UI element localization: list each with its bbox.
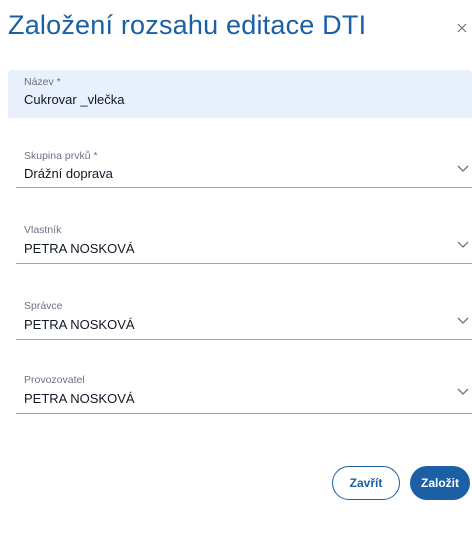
chevron-down-icon [457,388,469,395]
element-group-value: Drážní doprava [24,166,113,181]
element-group-label: Skupina prvků * [24,150,98,162]
element-group-select[interactable]: Skupina prvků * Drážní doprava [8,146,472,188]
create-button[interactable]: Založit [410,466,470,500]
owner-label: Vlastník [24,224,62,236]
name-field[interactable]: Název * Cukrovar _vlečka [8,70,472,118]
operator-select[interactable]: Provozovatel PETRA NOSKOVÁ [8,372,472,414]
administrator-select[interactable]: Správce PETRA NOSKOVÁ [8,298,472,340]
chevron-down-icon [457,317,469,324]
owner-value: PETRA NOSKOVÁ [24,241,135,256]
dialog-title: Založení rozsahu editace DTI [8,10,367,40]
owner-select[interactable]: Vlastník PETRA NOSKOVÁ [8,222,472,264]
owner-underline [16,263,472,264]
operator-underline [16,413,472,414]
chevron-down-icon [457,165,469,172]
element-group-underline [16,187,472,188]
close-button[interactable]: Zavřít [332,466,400,500]
create-edit-range-dialog: Založení rozsahu editace DTI Název * Cuk… [0,0,472,534]
name-field-label: Název * [24,76,61,88]
administrator-label: Správce [24,300,63,312]
operator-label: Provozovatel [24,374,85,386]
name-field-value: Cukrovar _vlečka [24,92,125,107]
administrator-value: PETRA NOSKOVÁ [24,317,135,332]
chevron-down-icon [457,241,469,248]
close-icon[interactable] [454,20,470,36]
operator-value: PETRA NOSKOVÁ [24,391,135,406]
administrator-underline [16,339,472,340]
